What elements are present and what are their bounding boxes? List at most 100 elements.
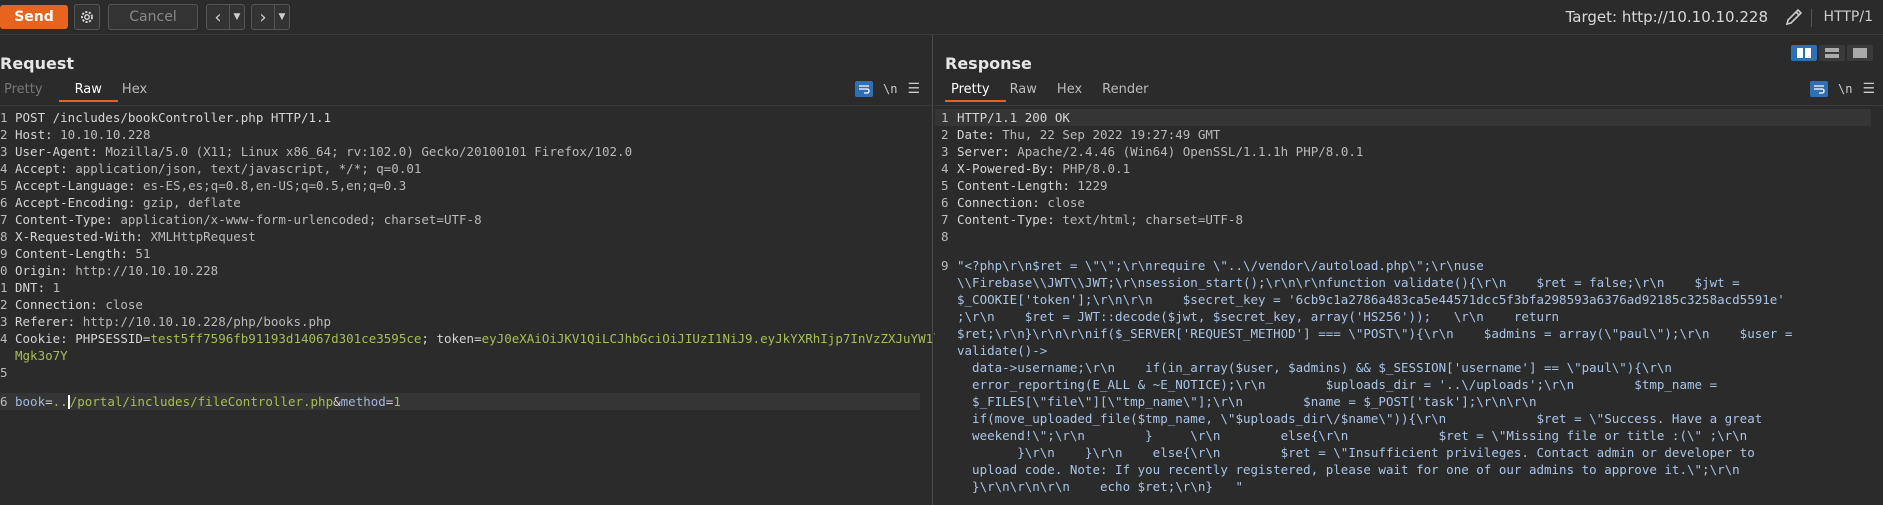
request-pane-icons: \n ☰ — [854, 81, 920, 97]
send-button[interactable]: Send — [0, 5, 68, 29]
code-line: ;\r\n $ret = JWT::decode($jwt, $secret_k… — [957, 308, 1559, 325]
code-line: X-Requested-With: XMLHttpRequest — [15, 228, 256, 245]
header-value: 51 — [135, 246, 151, 261]
tab-raw[interactable]: Raw — [58, 80, 118, 102]
line-number: 2 — [0, 297, 8, 312]
word-wrap-icon[interactable] — [854, 81, 873, 97]
line-number: 5 — [0, 365, 8, 380]
code-line: Accept-Language: es-ES,es;q=0.8,en-US;q=… — [15, 177, 406, 194]
header-key: Referer: — [15, 314, 83, 329]
response-body-line: upload code. Note: If you recently regis… — [957, 461, 1740, 477]
layout-stacked-icon[interactable] — [1819, 45, 1845, 61]
header-key: Host: — [15, 127, 61, 142]
line-number: 4 — [0, 161, 8, 176]
layout-tabs-icon[interactable] — [1847, 45, 1873, 61]
show-newlines-icon[interactable]: \n — [1838, 82, 1852, 96]
header-key: POST /includes/bookController.php HTTP/1… — [15, 110, 332, 125]
header-value: application/json, text/javascript, */*; … — [75, 161, 422, 176]
code-line: Origin: http://10.10.10.228 — [15, 262, 218, 279]
protocol-label[interactable]: HTTP/1 — [1810, 9, 1873, 27]
tab-pretty[interactable]: Pretty — [0, 80, 59, 102]
param-value: .. — [52, 393, 68, 409]
param-amp: & — [333, 393, 341, 409]
header-key: Date: — [957, 127, 1003, 142]
forward-arrow-icon[interactable]: › — [252, 5, 274, 29]
toolbar: Send Cancel ‹ ▼ › ▼ Target: http://10.10… — [0, 0, 1883, 35]
code-line: validate()-> — [957, 342, 1047, 359]
code-line: Content-Type: application/x-www-form-url… — [15, 211, 482, 228]
code-line: $_FILES[\"file\"][\"tmp_name\"];\r\n $na… — [957, 393, 1536, 410]
response-body-line: "<?php\r\n$ret = \"\";\r\nrequire \"..\/… — [957, 257, 1484, 273]
code-line: Host: 10.10.10.228 — [15, 126, 150, 143]
line-number: 5 — [0, 178, 8, 193]
tab-render[interactable]: Render — [1098, 80, 1164, 102]
cookie-token-cont: Mgk3o7Y — [15, 348, 68, 363]
target-label[interactable]: Target: http://10.10.10.228 — [1566, 8, 1768, 26]
header-key: X-Requested-With: — [15, 229, 151, 244]
cancel-button[interactable]: Cancel — [108, 4, 198, 30]
param-key: book — [15, 393, 46, 409]
request-editor[interactable]: 1 POST /includes/bookController.php HTTP/… — [0, 105, 1325, 505]
code-line: Content-Length: 51 — [15, 245, 150, 262]
tab-hex[interactable]: Hex — [1053, 80, 1098, 102]
line-number: 9 — [0, 246, 8, 261]
edit-target-pencil-icon[interactable] — [1783, 6, 1805, 28]
line-number: 6 — [941, 195, 949, 210]
code-line: }\r\n }\r\n else{\r\n $ret = \"Insuffici… — [957, 444, 1755, 461]
code-line: Server: Apache/2.4.46 (Win64) OpenSSL/1.… — [957, 143, 1363, 160]
menu-icon[interactable]: ☰ — [1862, 81, 1875, 97]
response-body-line: if(move_uploaded_file($tmp_name, \"$uplo… — [957, 410, 1763, 426]
code-line: Accept: application/json, text/javascrip… — [15, 160, 421, 177]
response-editor[interactable]: 1 HTTP/1.1 200 OK 2 Date: Thu, 22 Sep 2022 … — [935, 105, 1883, 505]
tab-pretty[interactable]: Pretty — [945, 80, 1006, 102]
line-number: 3 — [941, 144, 949, 159]
response-body-line: data->username;\r\n if(in_array($user, $… — [957, 359, 1672, 375]
response-pane-icons: \n ☰ — [1809, 81, 1875, 97]
code-line: HTTP/1.1 200 OK — [957, 109, 1070, 126]
code-line: User-Agent: Mozilla/5.0 (X11; Linux x86_… — [15, 143, 632, 160]
header-value: close — [105, 297, 143, 312]
header-value: gzip, deflate — [142, 195, 241, 210]
line-number: 4 — [0, 331, 8, 346]
line-number: 6 — [0, 393, 8, 409]
response-title: Response — [945, 54, 1032, 73]
param-value: /portal/includes/fileController.php — [69, 393, 334, 409]
code-line: POST /includes/bookController.php HTTP/1… — [15, 109, 331, 126]
code-line: if(move_uploaded_file($tmp_name, \"$uplo… — [957, 410, 1762, 427]
code-line: X-Powered-By: PHP/8.0.1 — [957, 160, 1130, 177]
header-value: Thu, 22 Sep 2022 19:27:49 GMT — [1002, 127, 1221, 142]
layout-side-by-side-icon[interactable] — [1791, 45, 1817, 61]
back-history-chevron-down-icon[interactable]: ▼ — [229, 5, 244, 29]
word-wrap-icon[interactable] — [1809, 81, 1828, 97]
cookie-key: Cookie: PHPSESSID= — [15, 331, 151, 346]
line-number: 5 — [941, 178, 949, 193]
response-tabs: Pretty Raw Hex Render — [945, 80, 1164, 102]
settings-gear-icon[interactable] — [74, 4, 100, 30]
forward-history-chevron-down-icon[interactable]: ▼ — [274, 5, 289, 29]
line-number: 9 — [941, 257, 949, 273]
header-key: Content-Type: — [957, 212, 1063, 227]
code-line: error_reporting(E_ALL & ~E_NOTICE);\r\n … — [957, 376, 1717, 393]
param-key: method — [340, 393, 386, 409]
code-line: Accept-Encoding: gzip, deflate — [15, 194, 241, 211]
line-number: 1 — [941, 110, 949, 125]
active-line-highlight — [935, 109, 1871, 126]
header-key: Content-Type: — [15, 212, 121, 227]
code-line: \\Firebase\\JWT\\JWT;\r\nsession_start()… — [957, 274, 1740, 291]
response-body-line: }\r\n\r\n\r\n echo $ret;\r\n} " — [957, 478, 1243, 494]
cookie-sep: ; token= — [421, 331, 482, 346]
response-body-line: }\r\n }\r\n else{\r\n $ret = \"Insuffici… — [957, 444, 1755, 460]
tab-hex[interactable]: Hex — [118, 80, 163, 102]
tab-raw[interactable]: Raw — [1006, 80, 1053, 102]
line-number: 8 — [0, 229, 8, 244]
code-line: Mgk3o7Y — [15, 347, 68, 364]
header-value: Mozilla/5.0 (X11; Linux x86_64; rv:102.0… — [105, 144, 633, 159]
show-newlines-icon[interactable]: \n — [883, 82, 897, 96]
header-value: http://10.10.10.228 — [75, 263, 219, 278]
back-arrow-icon[interactable]: ‹ — [207, 5, 229, 29]
code-line: Connection: close — [15, 296, 143, 313]
line-number: 3 — [0, 314, 8, 329]
request-pane: Request Pretty Raw Hex \n ☰ 1 POST /inclu… — [0, 35, 1325, 505]
response-pane: Response Pretty Raw Hex Render \n ☰ 1 HTT… — [935, 35, 1883, 505]
menu-icon[interactable]: ☰ — [907, 81, 920, 97]
